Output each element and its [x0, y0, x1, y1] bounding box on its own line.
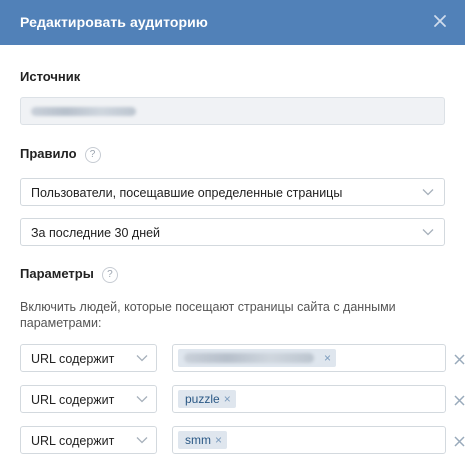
parameters-heading: Параметры?: [20, 266, 118, 283]
parameters-help-icon[interactable]: ?: [101, 267, 118, 283]
period-value: За последние 30 дней: [31, 226, 161, 240]
url-condition-select[interactable]: URL содержит: [20, 385, 157, 413]
source-value-obscured: [31, 107, 136, 116]
chevron-down-icon: [422, 189, 434, 196]
url-tags-input[interactable]: smm ×: [172, 426, 446, 454]
dialog-title: Редактировать аудиторию: [20, 14, 208, 30]
url-condition-select[interactable]: URL содержит: [20, 426, 157, 454]
parameters-label: Параметры: [20, 266, 94, 281]
period-select[interactable]: За последние 30 дней: [20, 218, 445, 246]
rule-label: Правило: [20, 146, 77, 161]
page-filter-select[interactable]: Пользователи, посещавшие определенные ст…: [20, 178, 445, 206]
url-tag: smm ×: [178, 431, 228, 449]
remove-row-icon[interactable]: [452, 434, 465, 447]
url-tag-text: puzzle: [185, 392, 220, 406]
chevron-down-icon: [136, 396, 148, 403]
remove-row-icon[interactable]: [452, 393, 465, 406]
page-filter-value: Пользователи, посещавшие определенные ст…: [31, 186, 343, 200]
url-tag: ×: [178, 349, 336, 367]
url-condition-value: URL содержит: [31, 434, 115, 448]
url-condition-value: URL содержит: [31, 352, 115, 366]
url-tags-input[interactable]: ×: [172, 344, 446, 372]
url-tag: puzzle ×: [178, 390, 236, 408]
url-condition-select[interactable]: URL содержит: [20, 344, 157, 372]
source-label: Источник: [20, 69, 81, 84]
close-icon[interactable]: [429, 10, 451, 32]
url-tag-text: smm: [185, 433, 211, 447]
rule-heading: Правило?: [20, 146, 101, 163]
remove-row-icon[interactable]: [452, 352, 465, 365]
remove-tag-icon[interactable]: ×: [215, 433, 222, 447]
url-tags-input[interactable]: puzzle ×: [172, 385, 446, 413]
url-tag-obscured: [184, 353, 314, 363]
chevron-down-icon: [136, 355, 148, 362]
dialog-header: Редактировать аудиторию: [0, 0, 465, 45]
source-field: [20, 97, 445, 125]
parameters-description: Включить людей, которые посещают страниц…: [20, 300, 396, 330]
remove-tag-icon[interactable]: ×: [224, 392, 231, 406]
rule-help-icon[interactable]: ?: [84, 147, 101, 163]
remove-tag-icon[interactable]: ×: [324, 349, 331, 367]
url-condition-value: URL содержит: [31, 393, 115, 407]
chevron-down-icon: [136, 437, 148, 444]
chevron-down-icon: [422, 229, 434, 236]
